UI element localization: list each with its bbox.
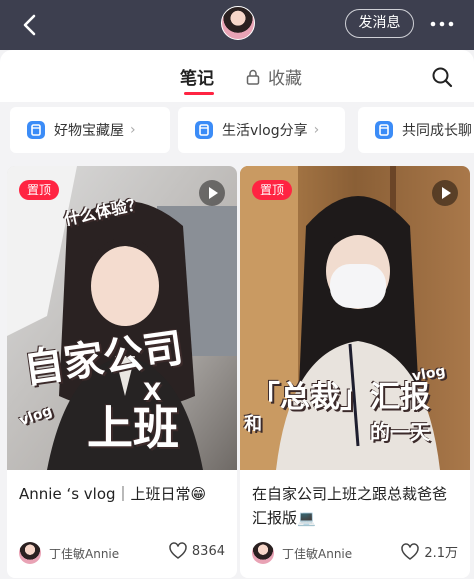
note-author[interactable]: 丁佳敏Annie	[252, 542, 352, 564]
lock-icon	[246, 69, 260, 85]
collection-icon	[195, 121, 213, 139]
more-options-icon[interactable]	[427, 13, 457, 35]
collection-chip[interactable]: 好物宝藏屋 ›	[10, 107, 170, 153]
note-author[interactable]: 丁佳敏Annie	[19, 542, 119, 564]
search-icon[interactable]	[431, 66, 453, 88]
heart-icon	[169, 542, 187, 559]
author-name: 丁佳敏Annie	[282, 546, 353, 561]
top-bar: 发消息	[0, 0, 474, 50]
like-button[interactable]: 8364	[169, 542, 225, 560]
author-avatar	[252, 542, 274, 564]
video-play-icon	[199, 180, 225, 206]
cover-caption-main: 「总裁」汇报	[250, 380, 430, 415]
collection-label: 共同成长聊	[402, 123, 472, 139]
tab-notes[interactable]: 笔记	[180, 64, 214, 89]
like-button[interactable]: 2.1万	[401, 542, 458, 561]
collection-label: 生活vlog分享	[222, 123, 308, 139]
video-play-icon	[432, 180, 458, 206]
like-count: 2.1万	[424, 546, 458, 561]
cover-caption-sub: 和	[244, 414, 262, 435]
collection-icon	[27, 121, 45, 139]
note-title: Annie ‘s vlog｜上班日常😁	[19, 485, 207, 503]
cover-caption-bottom: 上班	[87, 401, 179, 455]
author-avatar	[19, 542, 41, 564]
back-arrow-icon[interactable]	[18, 12, 44, 38]
author-name: 丁佳敏Annie	[49, 546, 120, 561]
profile-avatar[interactable]	[221, 6, 255, 40]
tab-bar: 笔记 收藏	[0, 50, 474, 102]
active-tab-indicator	[184, 92, 214, 95]
note-card[interactable]: vlog 「总裁」汇报 和 的一天 置顶 在自家公司上班之跟总裁爸爸汇报版💻 丁…	[240, 166, 470, 578]
note-cover-image: 什么体验？ 自家公司 X vlog 上班 置顶	[7, 166, 237, 470]
pinned-badge: 置顶	[252, 180, 293, 200]
note-title: 在自家公司上班之跟总裁爸爸汇报版💻	[252, 485, 448, 527]
profile-content: 笔记 收藏 好物宝藏屋 › 生活vlog分享 › 共同成长聊 什么体验？ 自家公…	[0, 50, 474, 579]
collection-chip[interactable]: 共同成长聊	[358, 107, 474, 153]
heart-icon	[401, 542, 420, 560]
tab-favorites-label: 收藏	[268, 69, 302, 89]
chevron-right-icon: ›	[313, 122, 320, 138]
collection-chip[interactable]: 生活vlog分享 ›	[178, 107, 345, 153]
tab-favorites[interactable]: 收藏	[246, 64, 302, 89]
cover-photo	[240, 166, 470, 470]
send-message-button[interactable]: 发消息	[345, 9, 414, 38]
cover-caption-bottom: 的一天	[370, 420, 430, 444]
collection-icon	[375, 121, 393, 139]
chevron-right-icon: ›	[130, 122, 136, 138]
note-cover-image: vlog 「总裁」汇报 和 的一天 置顶	[240, 166, 470, 470]
collections-row: 好物宝藏屋 › 生活vlog分享 › 共同成长聊	[0, 102, 474, 164]
collection-label: 好物宝藏屋	[54, 123, 124, 139]
like-count: 8364	[191, 543, 225, 559]
pinned-badge: 置顶	[19, 180, 60, 200]
note-card[interactable]: 什么体验？ 自家公司 X vlog 上班 置顶 Annie ‘s vlog｜上班…	[7, 166, 237, 578]
